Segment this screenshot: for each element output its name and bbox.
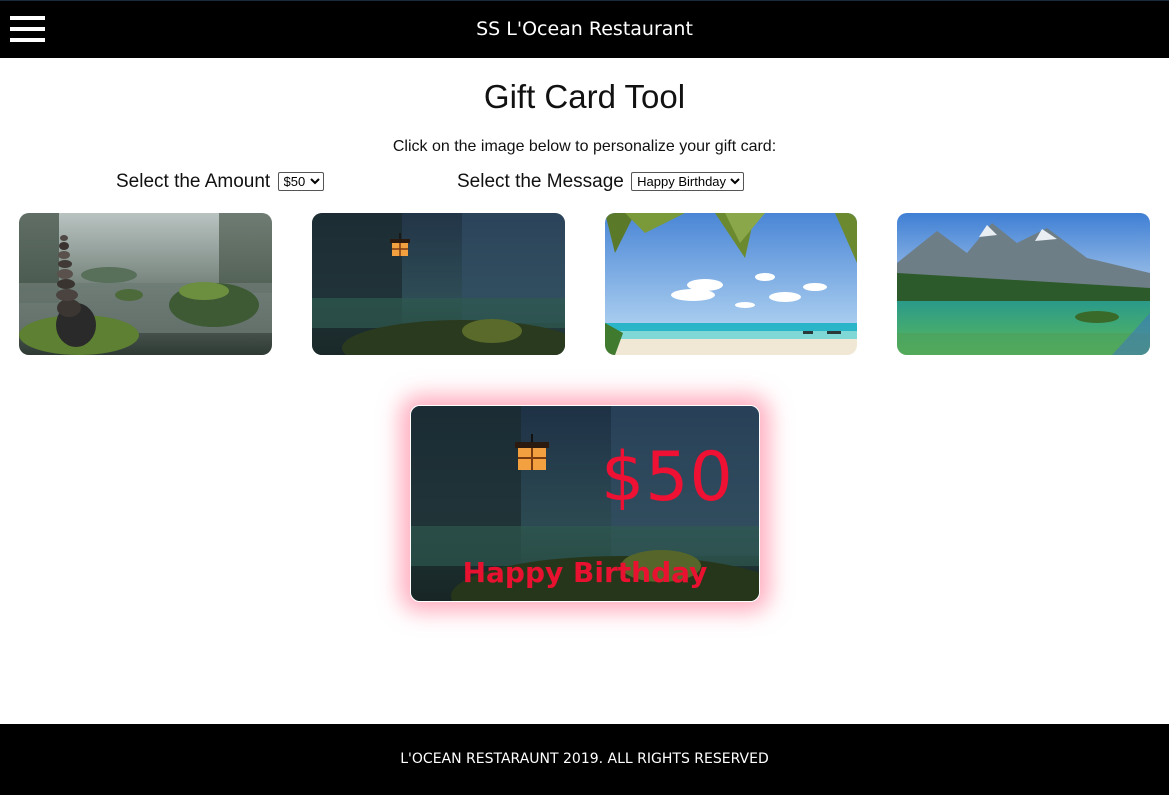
message-label: Select the Message: [457, 171, 624, 192]
message-control: Select the Message Happy Birthday: [457, 171, 745, 193]
thumbnail-tropical-beach[interactable]: [605, 213, 857, 355]
gift-card-message: Happy Birthday: [462, 556, 708, 589]
gift-card-preview: $50 Happy Birthday: [410, 405, 760, 602]
page-title: Gift Card Tool: [483, 78, 686, 115]
top-navbar: SS L'Ocean Restaurant: [0, 0, 1169, 58]
thumbnail-mountain-lake[interactable]: [897, 213, 1150, 355]
site-title: SS L'Ocean Restaurant: [476, 18, 693, 40]
amount-control: Select the Amount $50: [116, 171, 324, 193]
footer-text: L'OCEAN RESTARAUNT 2019. ALL RIGHTS RESE…: [400, 751, 769, 767]
amount-select[interactable]: $50: [277, 172, 324, 192]
thumbnail-forest-lantern[interactable]: [312, 213, 565, 355]
amount-label: Select the Amount: [116, 171, 271, 192]
message-select[interactable]: Happy Birthday: [631, 172, 745, 192]
gift-card-amount: $50: [601, 438, 734, 517]
instructions-text: Click on the image below to personalize …: [392, 138, 777, 155]
thumbnail-zen-stones[interactable]: [19, 213, 272, 355]
footer: L'OCEAN RESTARAUNT 2019. ALL RIGHTS RESE…: [0, 724, 1169, 795]
